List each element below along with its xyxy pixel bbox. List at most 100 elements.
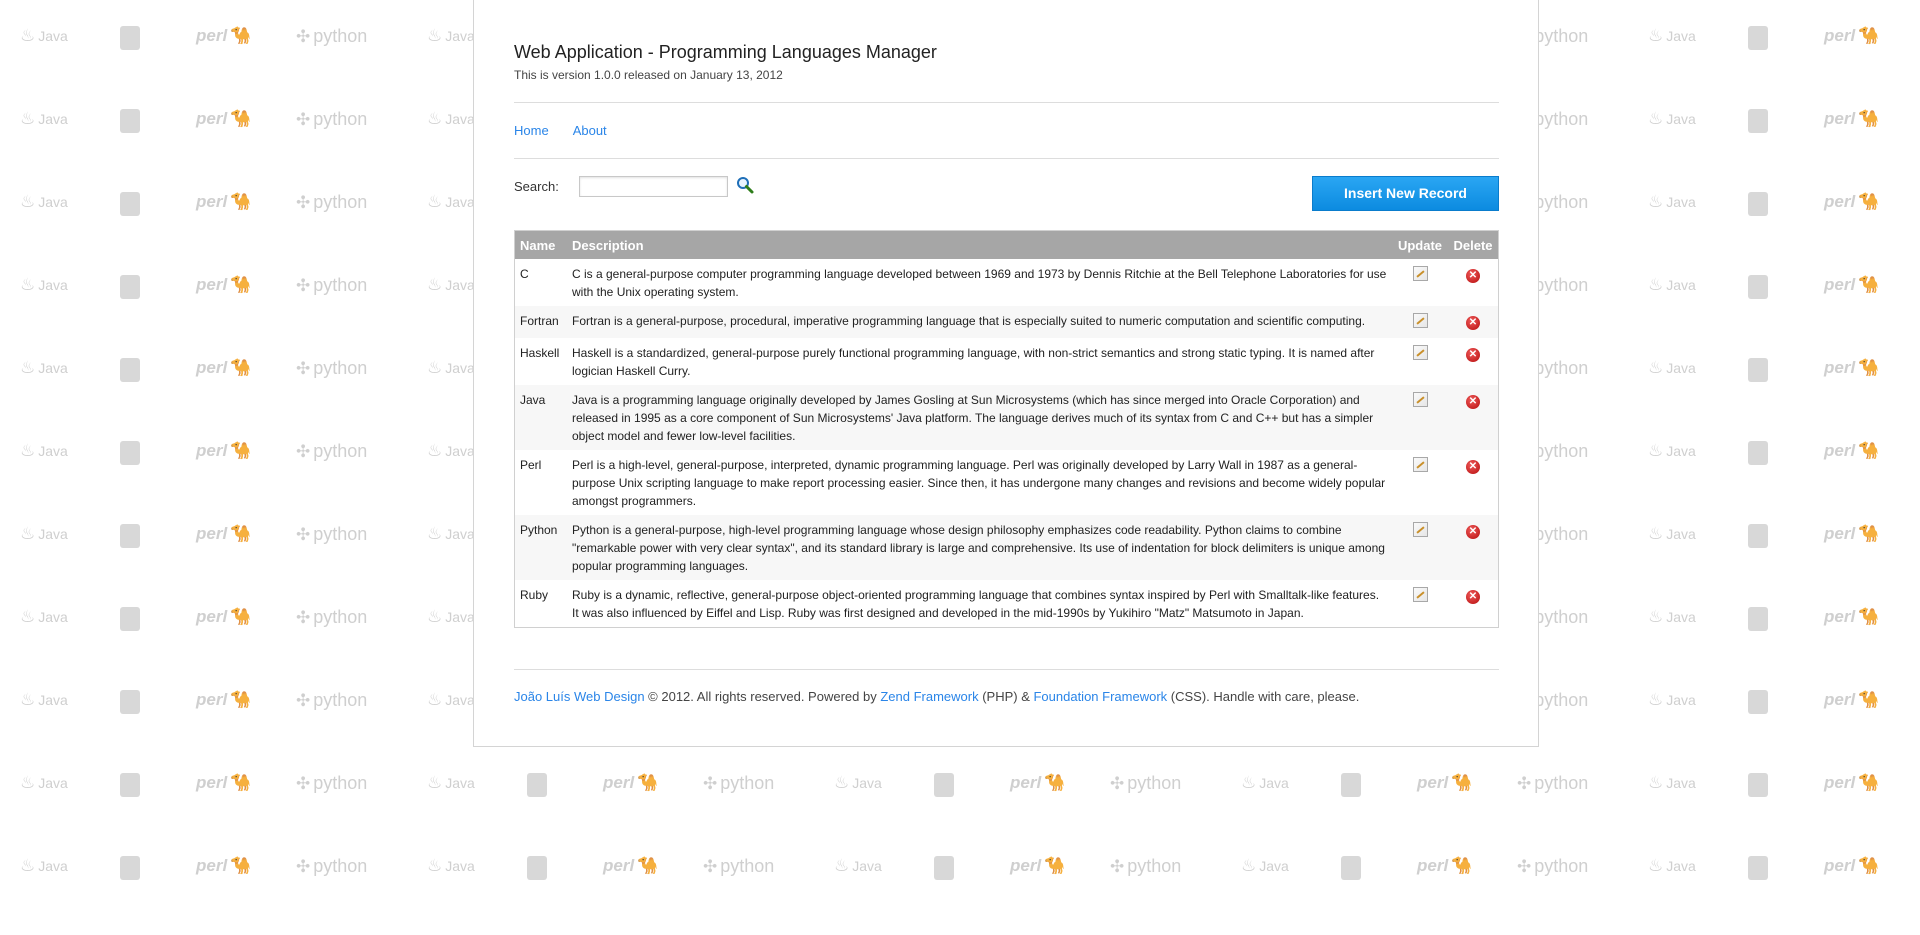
box-logo bbox=[120, 109, 140, 133]
edit-icon[interactable] bbox=[1412, 392, 1428, 407]
edit-icon[interactable] bbox=[1412, 313, 1428, 328]
box-logo bbox=[120, 275, 140, 299]
java-logo: ♨Java bbox=[20, 441, 68, 460]
java-logo: ♨Java bbox=[427, 192, 475, 211]
box-logo bbox=[1748, 26, 1768, 50]
box-logo bbox=[120, 192, 140, 216]
java-logo: ♨Java bbox=[1648, 690, 1696, 709]
perl-logo: perl🐪 bbox=[603, 773, 659, 792]
language-name: C bbox=[514, 259, 567, 306]
python-logo: ✣python bbox=[296, 26, 368, 46]
box-logo bbox=[527, 856, 547, 880]
python-logo: ✣python bbox=[296, 441, 368, 461]
language-name: Java bbox=[514, 385, 567, 450]
box-logo bbox=[1748, 856, 1768, 880]
java-logo: ♨Java bbox=[1648, 524, 1696, 543]
perl-logo: perl🐪 bbox=[1010, 856, 1066, 875]
delete-icon[interactable]: ✕ bbox=[1466, 348, 1480, 362]
box-logo bbox=[1748, 358, 1768, 382]
box-logo bbox=[934, 773, 954, 797]
edit-icon[interactable] bbox=[1412, 266, 1428, 281]
perl-logo: perl🐪 bbox=[196, 441, 252, 460]
update-cell bbox=[1392, 338, 1448, 385]
box-logo bbox=[120, 607, 140, 631]
box-logo bbox=[527, 773, 547, 797]
perl-logo: perl🐪 bbox=[1824, 26, 1880, 45]
divider bbox=[514, 102, 1499, 103]
box-logo bbox=[120, 358, 140, 382]
search-icon[interactable] bbox=[735, 175, 755, 195]
python-logo: ✣python bbox=[296, 524, 368, 544]
version-subtitle: This is version 1.0.0 released on Januar… bbox=[514, 68, 783, 82]
delete-cell: ✕ bbox=[1448, 450, 1499, 515]
edit-icon[interactable] bbox=[1412, 457, 1428, 472]
java-logo: ♨Java bbox=[427, 524, 475, 543]
delete-icon[interactable]: ✕ bbox=[1466, 590, 1480, 604]
delete-icon[interactable]: ✕ bbox=[1466, 395, 1480, 409]
python-logo: ✣python bbox=[1110, 773, 1182, 793]
language-description: Perl is a high-level, general-purpose, i… bbox=[567, 450, 1392, 515]
perl-logo: perl🐪 bbox=[1824, 524, 1880, 543]
language-description: Java is a programming language originall… bbox=[567, 385, 1392, 450]
column-header-name[interactable]: Name bbox=[514, 230, 567, 259]
delete-icon[interactable]: ✕ bbox=[1466, 525, 1480, 539]
footer-text: (PHP) & bbox=[978, 689, 1034, 704]
column-header-description[interactable]: Description bbox=[567, 230, 1392, 259]
author-link[interactable]: João Luís Web Design bbox=[514, 689, 645, 704]
nav-home-link[interactable]: Home bbox=[514, 123, 549, 138]
edit-icon[interactable] bbox=[1412, 522, 1428, 537]
zend-framework-link[interactable]: Zend Framework bbox=[880, 689, 978, 704]
box-logo bbox=[1748, 773, 1768, 797]
delete-icon[interactable]: ✕ bbox=[1466, 460, 1480, 474]
box-logo bbox=[934, 856, 954, 880]
python-logo: ✣python bbox=[296, 192, 368, 212]
perl-logo: perl🐪 bbox=[196, 192, 252, 211]
language-name: Haskell bbox=[514, 338, 567, 385]
perl-logo: perl🐪 bbox=[196, 109, 252, 128]
edit-icon[interactable] bbox=[1412, 345, 1428, 360]
java-logo: ♨Java bbox=[20, 773, 68, 792]
java-logo: ♨Java bbox=[1648, 192, 1696, 211]
python-logo: ✣python bbox=[703, 773, 775, 793]
page-title: Web Application - Programming Languages … bbox=[514, 42, 937, 62]
delete-icon[interactable]: ✕ bbox=[1466, 269, 1480, 283]
java-logo: ♨Java bbox=[20, 524, 68, 543]
python-logo: ✣python bbox=[1110, 856, 1182, 876]
java-logo: ♨Java bbox=[20, 26, 68, 45]
perl-logo: perl🐪 bbox=[1824, 275, 1880, 294]
column-header-delete: Delete bbox=[1448, 230, 1499, 259]
java-logo: ♨Java bbox=[427, 358, 475, 377]
box-logo bbox=[120, 773, 140, 797]
language-description: Fortran is a general-purpose, procedural… bbox=[567, 306, 1392, 338]
footer-text: (CSS). Handle with care, please. bbox=[1167, 689, 1360, 704]
java-logo: ♨Java bbox=[1648, 275, 1696, 294]
update-cell bbox=[1392, 385, 1448, 450]
table-row: Python Python is a general-purpose, high… bbox=[514, 515, 1499, 580]
language-description: Haskell is a standardized, general-purpo… bbox=[567, 338, 1392, 385]
nav-about-link[interactable]: About bbox=[573, 123, 607, 138]
delete-icon[interactable]: ✕ bbox=[1466, 316, 1480, 330]
perl-logo: perl🐪 bbox=[1824, 690, 1880, 709]
insert-new-record-button[interactable]: Insert New Record bbox=[1312, 176, 1499, 211]
table-row: C C is a general-purpose computer progra… bbox=[514, 259, 1499, 306]
update-cell bbox=[1392, 515, 1448, 580]
table-row: Perl Perl is a high-level, general-purpo… bbox=[514, 450, 1499, 515]
edit-icon[interactable] bbox=[1412, 587, 1428, 602]
perl-logo: perl🐪 bbox=[196, 524, 252, 543]
languages-table: Name Description Update Delete C C is a … bbox=[514, 230, 1499, 628]
update-cell bbox=[1392, 259, 1448, 306]
python-logo: ✣python bbox=[296, 358, 368, 378]
box-logo bbox=[1748, 275, 1768, 299]
foundation-framework-link[interactable]: Foundation Framework bbox=[1033, 689, 1167, 704]
python-logo: ✣python bbox=[296, 275, 368, 295]
python-logo: ✣python bbox=[296, 109, 368, 129]
java-logo: ♨Java bbox=[427, 441, 475, 460]
language-name: Perl bbox=[514, 450, 567, 515]
perl-logo: perl🐪 bbox=[1824, 358, 1880, 377]
java-logo: ♨Java bbox=[1648, 441, 1696, 460]
java-logo: ♨Java bbox=[1241, 856, 1289, 875]
search-input[interactable] bbox=[579, 176, 728, 197]
python-logo: ✣python bbox=[296, 856, 368, 876]
java-logo: ♨Java bbox=[1648, 773, 1696, 792]
java-logo: ♨Java bbox=[20, 358, 68, 377]
